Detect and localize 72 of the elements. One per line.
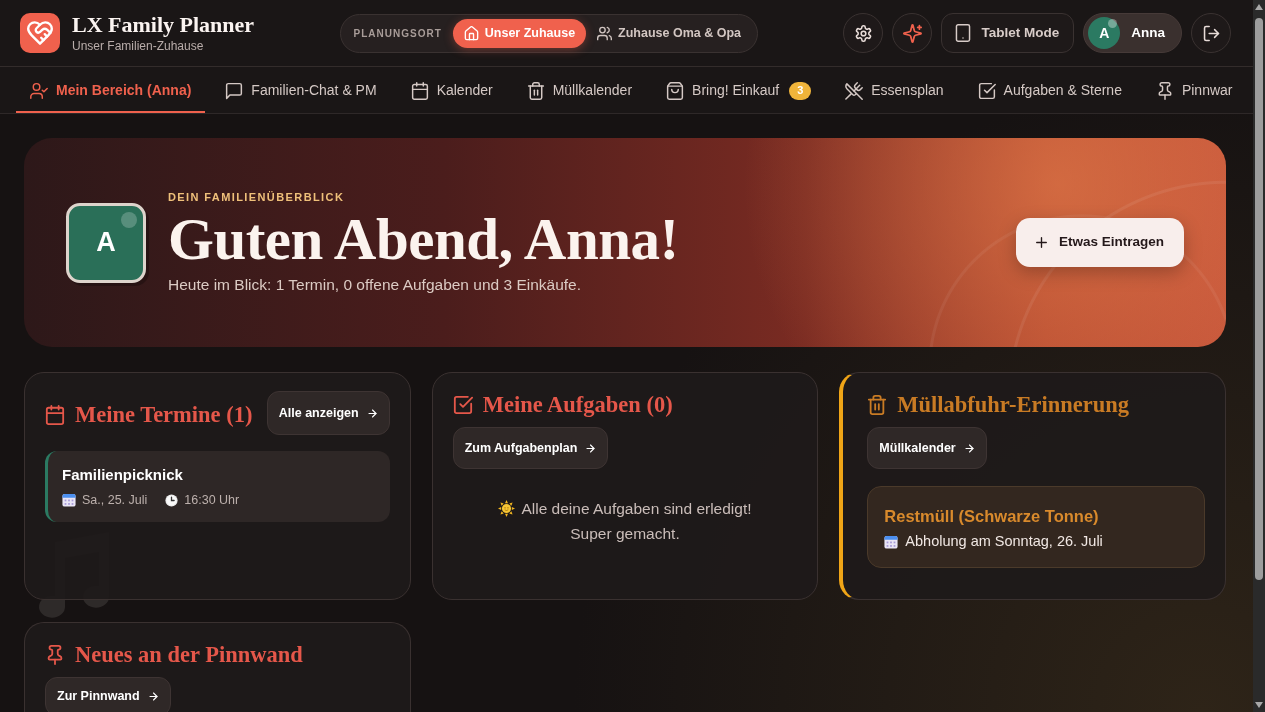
event-item[interactable]: Familienpicknick Sa., 25. Juli 16:30 Uhr (45, 451, 390, 522)
empty-state-subtext: Super gemacht. (570, 524, 680, 544)
pinboard-button[interactable]: Zur Pinnwand (45, 677, 171, 712)
logout-icon (1202, 24, 1220, 42)
greeting-heading: Guten Abend, Anna! (168, 207, 680, 271)
event-title: Familienpicknick (62, 465, 184, 485)
calendar-icon (45, 405, 65, 425)
task-plan-button[interactable]: Zum Aufgabenplan (452, 427, 609, 469)
tablet-icon (954, 24, 973, 42)
nav-tab[interactable]: Müllkalender (512, 67, 647, 113)
calendar-emoji-icon (884, 534, 899, 549)
sun-emoji-icon (498, 500, 516, 517)
summary-text: Heute im Blick: 1 Termin, 0 offene Aufgaben und 3 Einkäufe. (168, 275, 583, 295)
trash-icon (867, 395, 888, 415)
heart-hands-logo-icon (20, 13, 60, 53)
app-title: LX Family Planner (72, 12, 255, 37)
pickup-date: Abholung am Sonntag, 26. Juli (905, 532, 1103, 551)
user-name: Anna (1131, 23, 1165, 42)
event-time: 16:30 Uhr (184, 492, 240, 509)
app-subtitle: Unser Familien-Zuhause (72, 38, 205, 54)
arrow-right-icon (366, 407, 378, 419)
logout-button[interactable] (1191, 13, 1231, 53)
empty-state-text: Alle deine Aufgaben sind erledigt! (521, 499, 752, 519)
fork-knife-icon (845, 81, 864, 100)
arrow-right-icon (147, 691, 159, 702)
nav-tab[interactable]: Essensplan (831, 67, 958, 113)
event-date: Sa., 25. Juli (82, 492, 148, 509)
checkbox-icon (452, 395, 473, 415)
arrow-right-icon (963, 442, 975, 454)
sparkle-icon (903, 23, 922, 43)
user-menu-button[interactable]: A Anna (1083, 13, 1182, 53)
hero-eyebrow: DEIN FAMILIENÜBERBLICK (168, 190, 346, 204)
scrollbar[interactable] (1253, 0, 1265, 712)
pin-icon (45, 645, 65, 665)
user-avatar: A (66, 202, 146, 283)
house-icon (463, 25, 479, 41)
people-icon (597, 25, 613, 41)
settings-button[interactable] (843, 13, 884, 53)
scroll-down-arrow-icon (1255, 702, 1263, 708)
chat-bubble-icon (225, 81, 244, 100)
count-badge: 3 (789, 81, 812, 100)
sparkle-button[interactable] (892, 13, 933, 53)
clock-emoji-icon (165, 493, 179, 507)
calendar-icon (410, 81, 429, 100)
nav-tab[interactable]: Mein Bereich (Anna) (16, 67, 206, 113)
card-title: Meine Aufgaben (0) (482, 391, 673, 419)
card-title: Meine Termine (1) (75, 401, 253, 429)
trash-icon (526, 81, 545, 100)
location-label: PLANUNGSORT (353, 26, 442, 41)
location-option[interactable]: Zuhause Oma & Opa (586, 18, 753, 48)
waste-calendar-button[interactable]: Müllkalender (867, 427, 987, 469)
calendar-emoji-icon (62, 493, 76, 508)
scrollbar-thumb[interactable] (1255, 18, 1263, 580)
nav-tab[interactable]: Aufgaben & Sterne (963, 67, 1136, 113)
nav-tab[interactable]: Pinnwar (1141, 67, 1233, 113)
add-entry-button[interactable]: Etwas Eintragen (1015, 218, 1184, 267)
nav-tab[interactable]: Bring! Einkauf 3 (652, 67, 826, 113)
tablet-mode-button[interactable]: Tablet Mode (941, 13, 1075, 53)
arrow-right-icon (585, 442, 597, 454)
nav-tab[interactable]: Kalender (396, 67, 507, 113)
nav-tab[interactable]: Familien-Chat & PM (211, 67, 391, 113)
pickup-title: Restmüll (Schwarze Tonne) (884, 506, 1100, 527)
plus-icon (1033, 235, 1049, 250)
user-avatar: A (1088, 17, 1121, 49)
shopping-bag-icon (666, 81, 685, 100)
settings-icon (855, 24, 872, 42)
person-check-icon (30, 81, 48, 100)
scroll-up-arrow-icon (1255, 4, 1263, 10)
card-title: Müllabfuhr-Erinnerung (897, 391, 1130, 419)
show-all-button[interactable]: Alle anzeigen (266, 391, 390, 435)
card-title: Neues an der Pinnwand (75, 641, 303, 669)
checkbox-icon (977, 81, 996, 100)
